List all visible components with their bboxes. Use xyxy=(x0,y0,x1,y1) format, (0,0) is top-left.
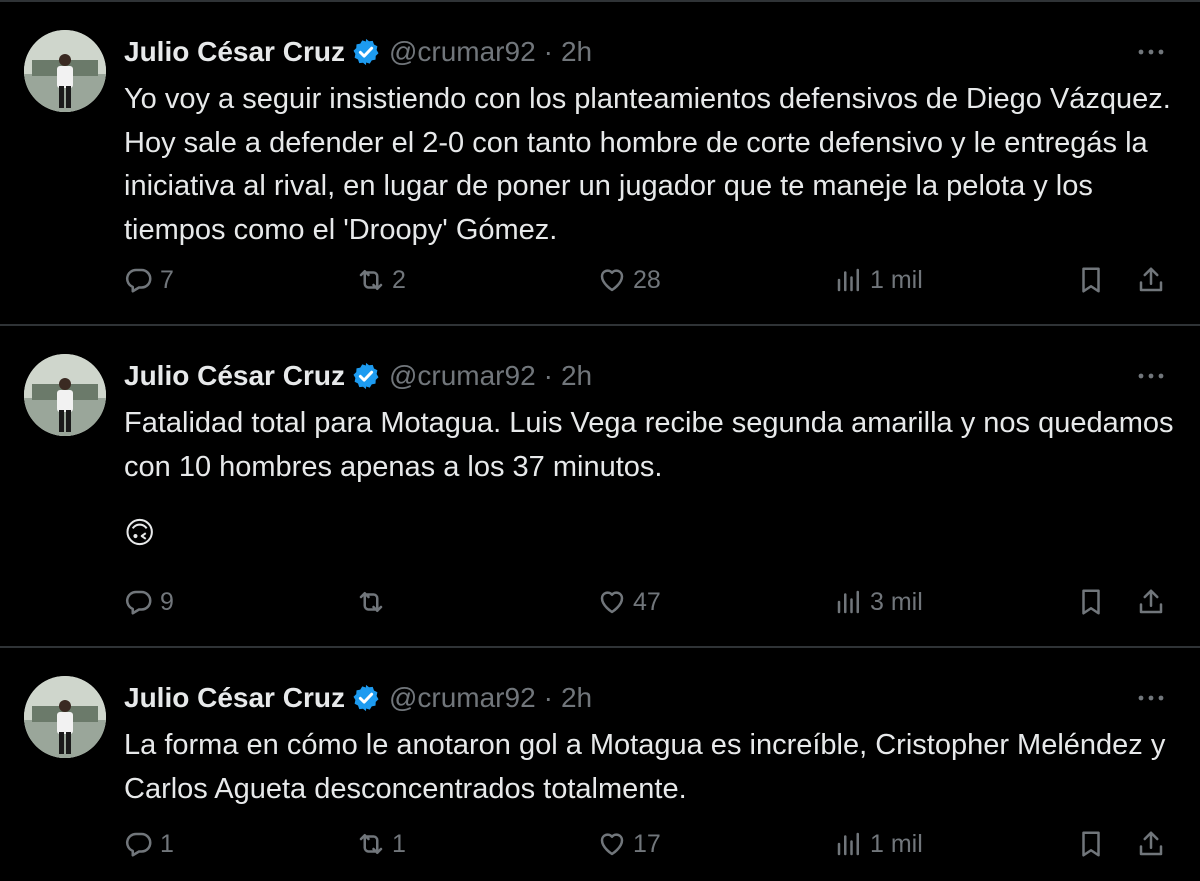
action-bar: 7 2 28 1 mil xyxy=(0,260,1200,300)
share-button[interactable] xyxy=(1136,260,1166,300)
reply-button[interactable]: 1 xyxy=(124,824,174,864)
views-button[interactable]: 1 mil xyxy=(834,824,923,864)
verified-badge-icon xyxy=(353,362,379,390)
views-count: 3 mil xyxy=(870,587,923,616)
timestamp[interactable]: 2h xyxy=(561,36,592,68)
separator-dot: · xyxy=(543,682,553,713)
share-icon xyxy=(1139,589,1163,614)
tweet-1[interactable]: Julio César Cruz @crumar92 · 2h Yo voy a… xyxy=(0,2,1200,324)
separator-dot: · xyxy=(543,360,553,391)
author-handle[interactable]: @crumar92 xyxy=(389,682,536,714)
repost-count: 1 xyxy=(392,829,406,858)
reply-button[interactable]: 9 xyxy=(124,582,174,622)
timestamp[interactable]: 2h xyxy=(561,360,592,392)
bookmark-icon xyxy=(1082,267,1100,293)
action-bar: 1 1 17 1 mil xyxy=(0,824,1200,864)
views-button[interactable]: 3 mil xyxy=(834,582,923,622)
views-count: 1 mil xyxy=(870,829,923,858)
views-icon xyxy=(837,268,859,292)
author-handle[interactable]: @crumar92 xyxy=(389,36,536,68)
tweet-header: Julio César Cruz @crumar92 · 2h xyxy=(124,676,592,720)
like-count: 28 xyxy=(633,265,661,294)
tweet-2[interactable]: Julio César Cruz @crumar92 · 2h Fatalida… xyxy=(0,326,1200,646)
like-button[interactable]: 28 xyxy=(597,260,661,300)
views-icon xyxy=(837,832,859,856)
share-icon xyxy=(1139,267,1163,292)
action-bar: 9 47 3 mil xyxy=(0,582,1200,622)
avatar[interactable] xyxy=(24,354,106,436)
avatar[interactable] xyxy=(24,30,106,112)
tweet-header: Julio César Cruz @crumar92 · 2h xyxy=(124,354,592,398)
bookmark-icon xyxy=(1082,589,1100,615)
verified-badge-icon xyxy=(353,38,379,66)
repost-icon xyxy=(359,270,383,290)
like-icon xyxy=(600,833,624,856)
upside-down-face-emoji: 🙃 xyxy=(124,517,156,550)
author-name[interactable]: Julio César Cruz xyxy=(124,360,345,392)
like-count: 47 xyxy=(633,587,661,616)
reply-count: 1 xyxy=(160,829,174,858)
repost-icon xyxy=(359,592,383,612)
share-button[interactable] xyxy=(1136,824,1166,864)
reply-button[interactable]: 7 xyxy=(124,260,174,300)
reply-count: 7 xyxy=(160,265,174,294)
views-icon xyxy=(837,590,859,614)
author-name[interactable]: Julio César Cruz xyxy=(124,682,345,714)
reply-count: 9 xyxy=(160,587,174,616)
reply-icon xyxy=(125,590,152,615)
repost-icon xyxy=(359,834,383,854)
tweet-text: Yo voy a seguir insistiendo con los plan… xyxy=(124,83,1171,246)
repost-button[interactable] xyxy=(356,582,392,622)
author-name[interactable]: Julio César Cruz xyxy=(124,36,345,68)
avatar[interactable] xyxy=(24,676,106,758)
bookmark-icon xyxy=(1082,831,1100,857)
bookmark-button[interactable] xyxy=(1076,824,1106,864)
like-icon xyxy=(600,591,624,614)
views-button[interactable]: 1 mil xyxy=(834,260,923,300)
more-icon[interactable] xyxy=(1136,42,1166,62)
share-button[interactable] xyxy=(1136,582,1166,622)
tweet-3[interactable]: Julio César Cruz @crumar92 · 2h La forma… xyxy=(0,648,1200,881)
reply-icon xyxy=(125,832,152,857)
reply-icon xyxy=(125,268,152,293)
like-button[interactable]: 47 xyxy=(597,582,661,622)
repost-button[interactable]: 1 xyxy=(356,824,406,864)
tweet-text: La forma en cómo le anotaron gol a Motag… xyxy=(124,729,1166,805)
like-button[interactable]: 17 xyxy=(597,824,661,864)
more-icon[interactable] xyxy=(1136,688,1166,708)
verified-badge-icon xyxy=(353,684,379,712)
more-icon[interactable] xyxy=(1136,366,1166,386)
views-count: 1 mil xyxy=(870,265,923,294)
timestamp[interactable]: 2h xyxy=(561,682,592,714)
author-handle[interactable]: @crumar92 xyxy=(389,360,536,392)
repost-button[interactable]: 2 xyxy=(356,260,406,300)
repost-count: 2 xyxy=(392,265,406,294)
like-icon xyxy=(600,269,624,292)
like-count: 17 xyxy=(633,829,661,858)
share-icon xyxy=(1139,831,1163,856)
bookmark-button[interactable] xyxy=(1076,582,1106,622)
bookmark-button[interactable] xyxy=(1076,260,1106,300)
separator-dot: · xyxy=(543,36,553,67)
tweet-header: Julio César Cruz @crumar92 · 2h xyxy=(124,30,592,74)
tweet-text: Fatalidad total para Motagua. Luis Vega … xyxy=(124,407,1174,483)
